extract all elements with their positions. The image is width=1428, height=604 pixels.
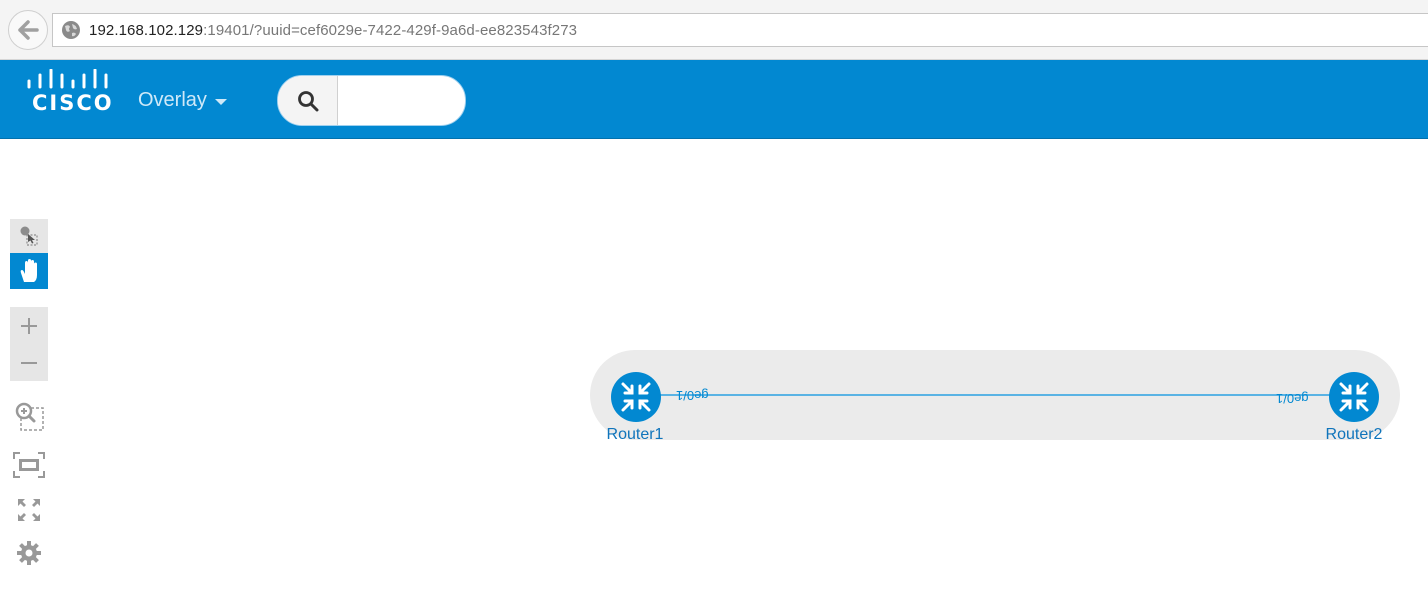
search-box bbox=[277, 75, 466, 126]
source-port-label: ge0/1 bbox=[676, 388, 709, 403]
router1-label: Router1 bbox=[606, 426, 664, 443]
overlay-dropdown-label: Overlay bbox=[138, 89, 207, 111]
search-icon bbox=[297, 90, 318, 111]
browser-address-bar: 192.168.102.129:19401/?uuid=cef6029e-742… bbox=[0, 0, 1428, 60]
url-field[interactable]: 192.168.102.129:19401/?uuid=cef6029e-742… bbox=[52, 13, 1428, 47]
topology-link[interactable] bbox=[660, 394, 1332, 396]
zoom-region-icon bbox=[15, 402, 44, 431]
caret-down-icon bbox=[214, 98, 227, 105]
router-icon bbox=[621, 382, 651, 412]
hand-icon bbox=[20, 259, 37, 282]
fullscreen-button[interactable] bbox=[10, 492, 48, 528]
search-input[interactable] bbox=[339, 76, 465, 125]
minus-icon bbox=[21, 361, 37, 364]
url-host: 192.168.102.129 bbox=[89, 21, 204, 39]
router-icon bbox=[1339, 382, 1369, 412]
mode-tool-group bbox=[10, 219, 48, 289]
settings-button[interactable] bbox=[10, 535, 48, 571]
app-header: CISCO Overlay bbox=[0, 60, 1428, 139]
zoom-out-button[interactable] bbox=[10, 344, 48, 381]
cisco-bars-icon bbox=[27, 69, 108, 89]
pan-mode-button[interactable] bbox=[10, 253, 48, 289]
url-text: 192.168.102.129:19401/?uuid=cef6029e-742… bbox=[89, 22, 577, 39]
select-mode-button[interactable] bbox=[10, 219, 48, 253]
globe-icon bbox=[62, 21, 80, 39]
url-path: :19401/?uuid=cef6029e-7422-429f-9a6d-ee8… bbox=[203, 21, 578, 39]
cisco-logo[interactable]: CISCO bbox=[24, 67, 114, 117]
back-button[interactable] bbox=[8, 10, 48, 50]
select-icon bbox=[20, 226, 38, 246]
plus-icon bbox=[21, 317, 37, 334]
search-button[interactable] bbox=[278, 76, 338, 125]
router2-node[interactable] bbox=[1329, 372, 1379, 422]
logo-text: CISCO bbox=[32, 91, 114, 115]
router1-node[interactable] bbox=[611, 372, 661, 422]
zoom-tool-group bbox=[10, 307, 48, 381]
zoom-region-button[interactable] bbox=[10, 398, 48, 434]
gear-icon bbox=[17, 541, 41, 565]
target-port-label: ge0/1 bbox=[1276, 391, 1309, 406]
fullscreen-icon bbox=[18, 499, 40, 521]
overlay-dropdown[interactable]: Overlay bbox=[138, 89, 227, 112]
router2-label: Router2 bbox=[1325, 426, 1383, 443]
fit-screen-icon bbox=[13, 452, 45, 478]
back-arrow-icon bbox=[18, 20, 39, 40]
fit-to-screen-button[interactable] bbox=[10, 447, 48, 483]
zoom-in-button[interactable] bbox=[10, 307, 48, 344]
